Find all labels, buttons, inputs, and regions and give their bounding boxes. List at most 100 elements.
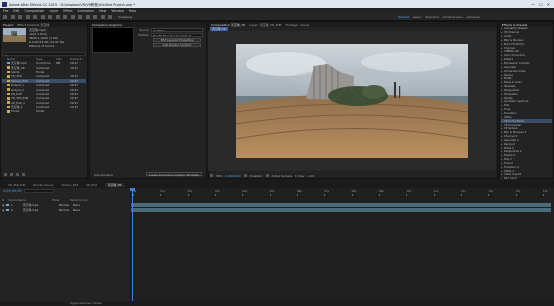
pan-behind-tool-icon[interactable]: [48, 15, 52, 19]
ruler-label: 12s: [461, 190, 466, 193]
layer-mode-select[interactable]: Normal: [59, 203, 71, 207]
timeline-timecode[interactable]: 0;00;00;00: [3, 189, 22, 193]
project-row-type: Composit: [36, 74, 50, 79]
eye-icon[interactable]: ◉: [2, 203, 4, 207]
tab-immersive-graphics[interactable]: Immersive Graphics: [92, 23, 122, 27]
ruler-label: 14s: [515, 190, 521, 193]
timeline-layer[interactable]: ◉ 2 天空球.mp4 Normal None: [2, 208, 128, 212]
menu-composition[interactable]: Composition: [25, 9, 45, 13]
layer-parent-select[interactable]: None: [73, 203, 87, 207]
shape-tool-icon[interactable]: [55, 15, 60, 19]
layer-duration-bar[interactable]: [131, 207, 551, 212]
layer-label-color[interactable]: [6, 208, 9, 212]
home-icon[interactable]: [3, 15, 7, 19]
workspace-standard[interactable]: Standard: [425, 15, 439, 19]
tab-composition[interactable]: Composition 天空球_VR: [211, 23, 245, 27]
type-tool-icon[interactable]: [70, 15, 75, 19]
layer-label-color[interactable]: [6, 203, 9, 207]
folder-icon: [7, 70, 10, 74]
trash-icon[interactable]: [22, 173, 25, 176]
layer-name[interactable]: 天空球.mp4: [15, 208, 57, 212]
ruler-tick: [406, 194, 408, 196]
workspace-default[interactable]: Default: [398, 15, 409, 19]
timeline-tab[interactable]: 天空球_VR: [104, 182, 125, 187]
menu-view[interactable]: View: [99, 9, 107, 13]
project-row-rate: 29.97: [70, 65, 79, 70]
col-source-name[interactable]: Source Name: [8, 199, 48, 202]
auto-rename-label[interactable]: Auto Rename: [94, 173, 113, 177]
rotate-tool-icon[interactable]: [33, 15, 37, 19]
project-search-input[interactable]: ρ: [2, 52, 86, 57]
menu-effect[interactable]: Effect: [63, 9, 72, 13]
exposure-value[interactable]: +0.0: [307, 174, 314, 178]
selection-tool-icon[interactable]: [10, 15, 15, 19]
effect-category-label: Keying 2: [504, 142, 516, 146]
maximize-button[interactable]: ☐: [539, 2, 543, 7]
menu-animation[interactable]: Animation: [78, 9, 94, 13]
current-time-indicator-head[interactable]: [130, 188, 135, 191]
current-time-indicator[interactable]: [132, 188, 133, 302]
add-render-content-button[interactable]: Add Render Content: [153, 43, 201, 47]
workspace-small-screen[interactable]: Small Screen: [443, 15, 463, 19]
pen-tool-icon[interactable]: [63, 15, 67, 19]
menu-window[interactable]: Window: [111, 9, 124, 13]
vr-source-field[interactable]: Untitled: [151, 27, 203, 32]
col-mode[interactable]: Mode: [52, 199, 66, 202]
layer-mode-select[interactable]: Normal: [59, 208, 71, 212]
timecode-display[interactable]: 0;00;00;00: [225, 174, 240, 178]
brush-tool-icon[interactable]: [78, 15, 82, 19]
eye-icon[interactable]: ◉: [2, 208, 4, 212]
project-row-name: 天空球.mp4: [2, 61, 36, 65]
eraser-tool-icon[interactable]: [93, 15, 97, 19]
tab-layer[interactable]: Layer: 天空球_VR_Edit: [249, 23, 281, 27]
vr-position-select[interactable]: Top Right in Render Output: [151, 32, 203, 37]
workspace-learn[interactable]: Learn: [413, 15, 421, 19]
project-row[interactable]: Folder Folder: [2, 109, 86, 113]
tab-footage[interactable]: Footage: (none): [286, 23, 310, 27]
tab-project[interactable]: Project: [3, 23, 13, 27]
footage-colors: Millions of Colors: [29, 44, 55, 48]
footage-thumbnail: [3, 28, 26, 42]
layer-parent-select[interactable]: None: [73, 208, 87, 212]
interpret-footage-icon[interactable]: [4, 173, 7, 176]
timeline-tab[interactable]: VR_360_Edit: [8, 183, 25, 187]
timeline-tab[interactable]: Sphere_Edit: [61, 183, 78, 187]
puppet-tool-icon[interactable]: [108, 15, 112, 19]
resolution-select[interactable]: (Quarter): [250, 174, 263, 178]
menu-edit[interactable]: Edit: [13, 9, 19, 13]
col-parent[interactable]: Parent & Link: [70, 199, 87, 202]
tab-effect-controls[interactable]: Effect Controls 天空球: [17, 23, 49, 27]
minimize-button[interactable]: —: [531, 2, 535, 7]
new-folder-icon[interactable]: [10, 173, 13, 176]
hand-tool-icon[interactable]: [18, 15, 22, 19]
edit-layered-properties-button[interactable]: Edit Layered Properties: [153, 38, 201, 42]
workspace-libraries[interactable]: Libraries: [467, 15, 480, 19]
always-preview-icon[interactable]: [210, 174, 213, 177]
snapshot-icon[interactable]: [243, 174, 247, 177]
camera-tool-icon[interactable]: [40, 15, 45, 19]
snapping-toggle[interactable]: Snapping: [118, 15, 132, 19]
close-button[interactable]: ✕: [547, 2, 550, 7]
timeline-tab[interactable]: Render Queue: [33, 183, 53, 187]
menu-layer[interactable]: Layer: [49, 9, 58, 13]
layer-name[interactable]: 天空球.mp4: [15, 203, 57, 207]
timeline-tab[interactable]: VR_Edit: [86, 183, 97, 187]
menu-help[interactable]: Help: [129, 9, 136, 13]
zoom-tool-icon[interactable]: [25, 15, 30, 19]
new-composition-icon[interactable]: [16, 173, 19, 176]
create-template-button[interactable]: Create Immersive Graphic Template: [145, 172, 202, 177]
time-ruler[interactable]: 0s 01s 02s 03s 04s 05s 06s 07s 08s 09s 10s 11s 12s 13…: [131, 190, 554, 196]
region-of-interest-icon[interactable]: [265, 174, 269, 177]
zoom-select[interactable]: 50%: [216, 174, 222, 178]
tab-effects-presets[interactable]: Effects & Presets: [502, 23, 527, 27]
view-layout-select[interactable]: 1 View: [295, 174, 304, 178]
camera-view-select[interactable]: Active Camera: [272, 174, 293, 178]
ruler-label: 09s: [379, 190, 384, 193]
effect-category[interactable]: ▸ Red Giant: [501, 177, 552, 181]
menu-file[interactable]: File: [3, 9, 8, 13]
roto-tool-icon[interactable]: [100, 15, 105, 19]
toggle-switches-modes[interactable]: Toggle Switches / Modes: [70, 302, 102, 305]
clone-tool-icon[interactable]: [85, 15, 90, 19]
timeline-search-input[interactable]: [24, 189, 54, 193]
ruler-tick: [351, 194, 353, 196]
